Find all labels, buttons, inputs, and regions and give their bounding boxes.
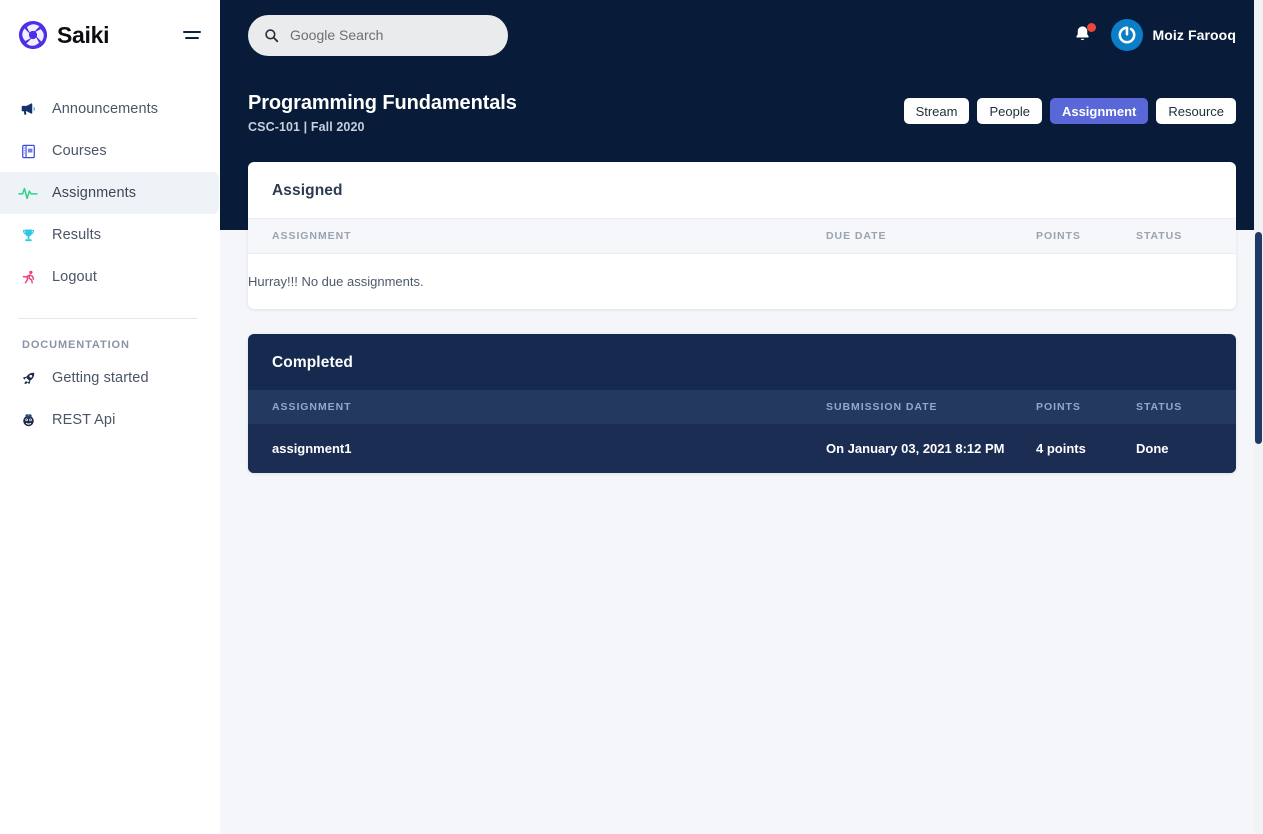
- sidebar-item-label: Results: [52, 227, 102, 243]
- sidebar-item-assignments[interactable]: Assignments: [0, 172, 219, 214]
- notification-badge: [1087, 23, 1097, 32]
- column-header-due-date: DUE DATE: [826, 230, 887, 242]
- brand-header: Saiki: [0, 0, 219, 70]
- status-badge: Done: [1136, 441, 1169, 456]
- column-header-points: POINTS: [1036, 230, 1081, 242]
- cell-submission-date: On January 03, 2021 8:12 PM: [826, 441, 1005, 456]
- assigned-table-head: ASSIGNMENT DUE DATE POINTS STATUS: [248, 218, 1236, 254]
- assigned-card: Assigned ASSIGNMENT DUE DATE POINTS STAT…: [248, 162, 1236, 309]
- course-tabs: Stream People Assignment Resource: [903, 92, 1236, 124]
- trophy-icon: [18, 225, 38, 245]
- running-person-icon: [18, 267, 38, 287]
- user-chip[interactable]: Moiz Farooq: [1111, 19, 1236, 51]
- column-header-status: STATUS: [1136, 230, 1183, 242]
- activity-pulse-icon: [18, 183, 38, 203]
- column-header-submission-date: SUBMISSION DATE: [826, 401, 938, 413]
- column-header-status: STATUS: [1136, 401, 1183, 413]
- completed-card-header: Completed: [248, 334, 1236, 390]
- tab-people[interactable]: People: [977, 98, 1042, 124]
- vertical-scrollbar[interactable]: [1254, 0, 1263, 834]
- sidebar-item-label: Assignments: [52, 185, 137, 201]
- assigned-card-header: Assigned: [248, 162, 1236, 218]
- sidebar-item-label: REST Api: [52, 412, 116, 428]
- completed-table-body: assignment1 On January 03, 2021 8:12 PM …: [248, 424, 1236, 473]
- sidebar-item-label: Announcements: [52, 101, 159, 117]
- scrollbar-thumb[interactable]: [1255, 232, 1262, 444]
- course-title-block: Programming Fundamentals CSC-101 | Fall …: [248, 92, 517, 134]
- tab-stream[interactable]: Stream: [903, 98, 970, 124]
- hamburger-menu-icon[interactable]: [183, 27, 203, 43]
- column-header-assignment: ASSIGNMENT: [272, 230, 352, 242]
- search-box[interactable]: [248, 14, 508, 56]
- course-header: Programming Fundamentals CSC-101 | Fall …: [220, 70, 1263, 134]
- tab-assignment[interactable]: Assignment: [1049, 98, 1149, 124]
- bell-icon[interactable]: [1073, 23, 1097, 46]
- cell-points: 4 points: [1036, 441, 1086, 456]
- assigned-header-row: ASSIGNMENT DUE DATE POINTS STATUS: [248, 218, 1236, 254]
- api-circle-icon: [18, 410, 38, 430]
- page-title: Programming Fundamentals: [248, 92, 517, 114]
- completed-table: ASSIGNMENT SUBMISSION DATE POINTS STATUS…: [248, 390, 1236, 473]
- column-header-assignment: ASSIGNMENT: [272, 401, 352, 413]
- sidebar: Saiki Announcements Courses Assignments …: [0, 0, 220, 834]
- megaphone-icon: [18, 99, 38, 119]
- empty-state-message: Hurray!!! No due assignments.: [248, 274, 424, 289]
- aperture-logo-icon: [18, 20, 48, 50]
- completed-card: Completed ASSIGNMENT SUBMISSION DATE POI…: [248, 334, 1236, 473]
- sidebar-item-rest-api[interactable]: REST Api: [0, 399, 219, 441]
- course-subtitle: CSC-101 | Fall 2020: [248, 120, 365, 134]
- main-content: Moiz Farooq Programming Fundamentals CSC…: [220, 0, 1263, 834]
- user-name: Moiz Farooq: [1152, 27, 1236, 43]
- cell-assignment-name: assignment1: [272, 441, 352, 456]
- search-input[interactable]: [290, 27, 492, 43]
- sidebar-item-label: Courses: [52, 143, 107, 159]
- power-loop-avatar-icon: [1111, 19, 1144, 51]
- search-icon: [264, 28, 279, 43]
- empty-state-row: Hurray!!! No due assignments.: [248, 254, 1236, 310]
- sidebar-nav: Announcements Courses Assignments Result…: [0, 88, 219, 441]
- completed-header-row: ASSIGNMENT SUBMISSION DATE POINTS STATUS: [248, 390, 1236, 424]
- book-list-icon: [18, 141, 38, 161]
- assigned-table-body: Hurray!!! No due assignments.: [248, 254, 1236, 310]
- content-area: Assigned ASSIGNMENT DUE DATE POINTS STAT…: [220, 134, 1263, 473]
- brand-name: Saiki: [57, 21, 110, 48]
- app-root: Saiki Announcements Courses Assignments …: [0, 0, 1263, 834]
- sidebar-item-getting-started[interactable]: Getting started: [0, 357, 219, 399]
- topbar: Moiz Farooq: [220, 0, 1263, 70]
- sidebar-item-label: Getting started: [52, 370, 149, 386]
- tab-resource[interactable]: Resource: [1156, 98, 1236, 124]
- sidebar-item-logout[interactable]: Logout: [0, 256, 219, 298]
- sidebar-item-courses[interactable]: Courses: [0, 130, 219, 172]
- sidebar-item-announcements[interactable]: Announcements: [0, 88, 219, 130]
- assigned-title: Assigned: [272, 182, 343, 199]
- rocket-icon: [18, 368, 38, 388]
- completed-table-head: ASSIGNMENT SUBMISSION DATE POINTS STATUS: [248, 390, 1236, 424]
- completed-title: Completed: [272, 354, 353, 371]
- topbar-right: Moiz Farooq: [1073, 19, 1236, 51]
- column-header-points: POINTS: [1036, 401, 1081, 413]
- assigned-table: ASSIGNMENT DUE DATE POINTS STATUS Hurray…: [248, 218, 1236, 309]
- sidebar-section-title: DOCUMENTATION: [22, 339, 130, 351]
- table-row[interactable]: assignment1 On January 03, 2021 8:12 PM …: [248, 424, 1236, 473]
- sidebar-item-label: Logout: [52, 269, 97, 285]
- sidebar-item-results[interactable]: Results: [0, 214, 219, 256]
